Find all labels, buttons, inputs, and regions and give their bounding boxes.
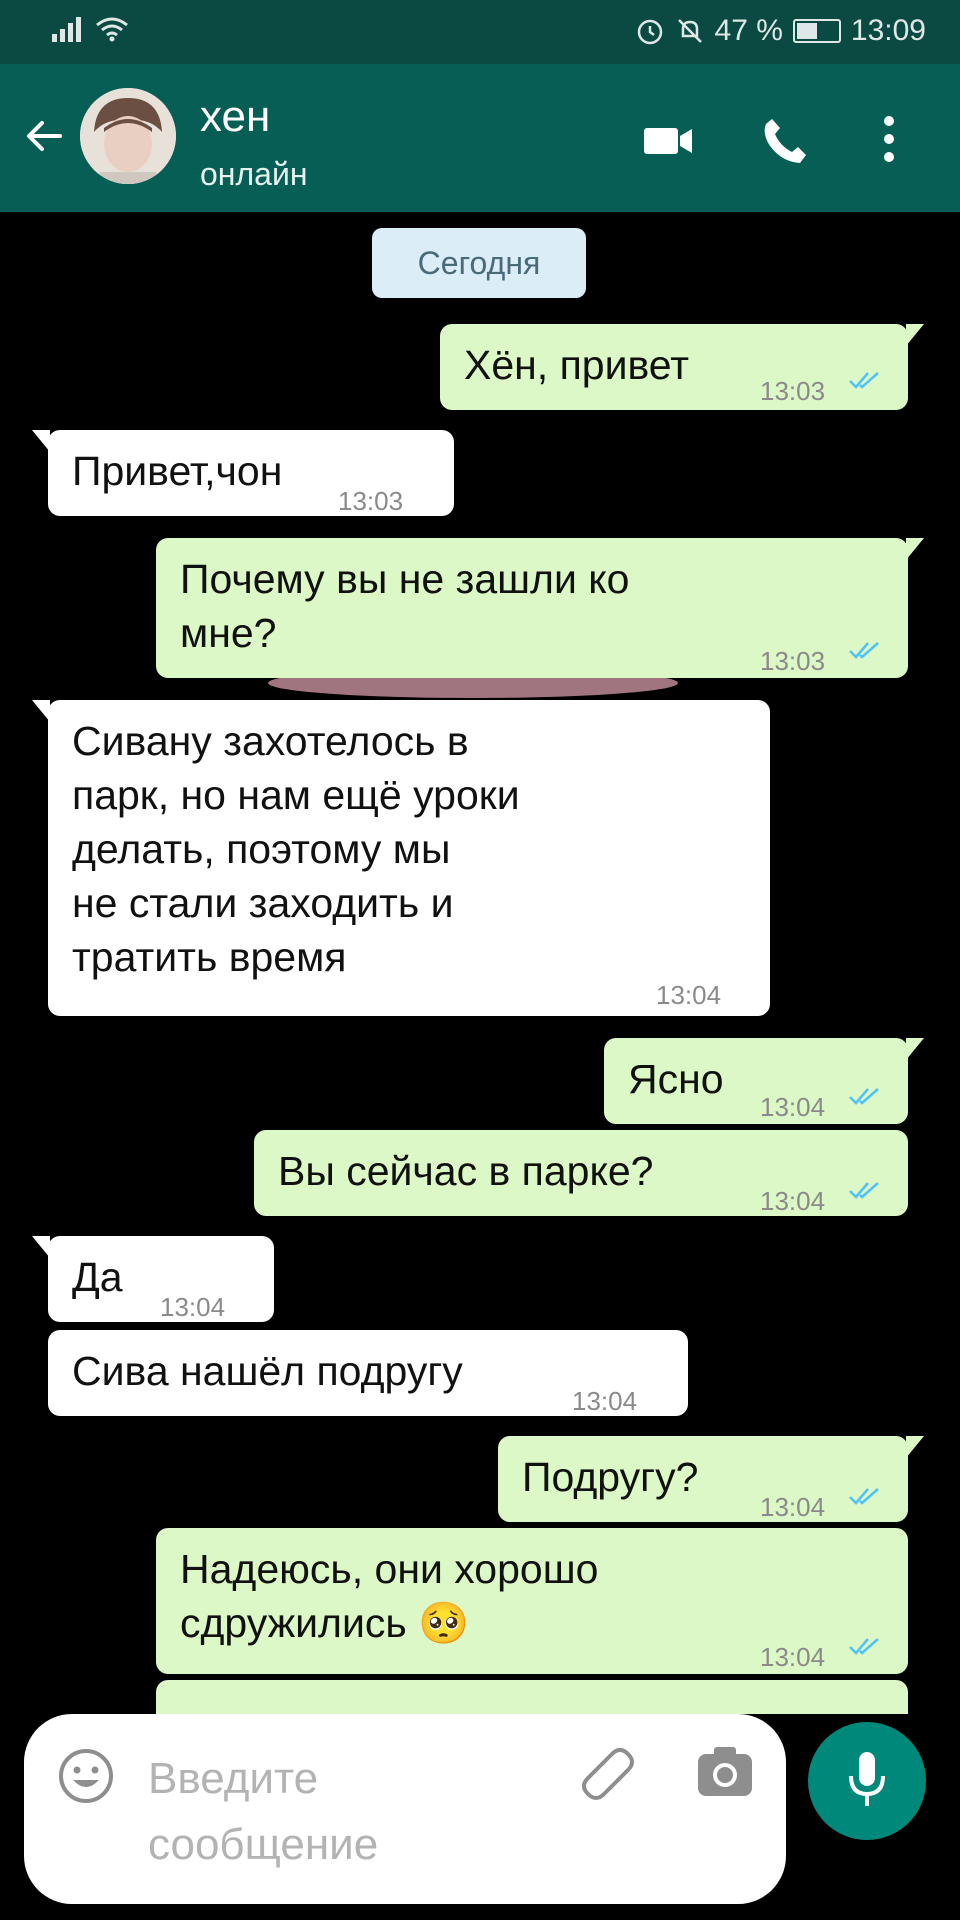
message-text: тратить время [72,934,347,980]
message-outgoing[interactable]: Вы сейчас в парке? 13:04 [254,1130,908,1216]
message-outgoing[interactable]: Почему вы не зашли ко мне? 13:03 [156,538,924,678]
status-bar: 47 % 13:09 [0,0,960,64]
more-vert-icon[interactable] [882,114,896,164]
message-text: Вы сейчас в парке? [278,1148,654,1194]
message-text: парк, но нам ещё уроки [72,772,520,818]
contact-status: онлайн [200,156,308,192]
mic-icon [849,1752,885,1806]
message-text: не стали заходить и [72,880,454,926]
message-text: делать, поэтому мы [72,826,451,872]
message-time: 13:04 [760,1186,826,1216]
message-incoming[interactable]: Привет,чон 13:03 [32,430,454,516]
message-time: 13:03 [760,376,826,406]
avatar-image [80,88,176,184]
message-text: Сивану захотелось в [72,718,469,764]
message-time: 13:04 [760,1642,826,1672]
message-outgoing[interactable]: Надеюсь, они хорошо сдружились 🥺 13:04 [156,1528,908,1674]
message-time: 13:03 [338,486,404,516]
message-incoming[interactable]: Да 13:04 [32,1236,274,1322]
back-arrow-icon[interactable] [22,114,66,158]
signal-icon [52,16,81,42]
message-text: Подругу? [522,1454,699,1500]
bubble-tail [32,430,50,452]
emoji-icon[interactable] [58,1748,114,1804]
input-placeholder: Введите сообщение [148,1746,378,1878]
message-time: 13:04 [572,1386,638,1416]
emoji-pleading: 🥺 [418,1599,470,1647]
avatar[interactable] [80,88,176,184]
status-time: 13:09 [850,14,926,47]
status-left [52,16,129,42]
message-time: 13:03 [760,646,826,676]
read-receipt-icon [849,642,879,659]
message-outgoing[interactable]: Хён, привет 13:03 [440,324,924,410]
attach-icon[interactable] [576,1742,640,1806]
read-receipt-icon [849,372,879,389]
message-text: Ясно [628,1056,724,1102]
message-text: Привет,чон [72,448,283,494]
bubble-tail [32,700,50,722]
bubble-tail [906,1038,924,1060]
placeholder-line: сообщение [148,1820,379,1869]
date-separator: Сегодня [372,228,586,298]
read-receipt-icon [849,1488,879,1505]
message-outgoing[interactable]: Подругу? 13:04 [498,1436,924,1522]
mic-button[interactable] [808,1722,926,1840]
wifi-icon [96,17,128,42]
message-text: Хён, привет [464,342,690,388]
bubble-tail [32,1236,50,1258]
video-call-icon[interactable] [644,124,694,158]
message-text: сдружились 🥺 [180,1596,469,1650]
message-text: Надеюсь, они хорошо [180,1546,599,1592]
bubble-tail [906,324,924,346]
message-incoming[interactable]: Сива нашёл подругу 13:04 [48,1330,688,1416]
message-incoming[interactable]: Сивану захотелось в парк, но нам ещё уро… [32,700,770,1016]
status-right: 47 % 13:09 [635,14,926,48]
phone-icon[interactable] [762,116,808,166]
camera-icon[interactable] [696,1744,754,1800]
message-time: 13:04 [760,1492,826,1522]
contact-name[interactable]: хен [200,92,270,142]
chat-header: хен онлайн [0,64,960,212]
placeholder-line: Введите [148,1754,319,1803]
message-time: 13:04 [760,1092,826,1122]
read-receipt-icon [849,1182,879,1199]
message-text: Да [72,1254,123,1300]
message-time: 13:04 [656,980,722,1010]
bubble-tail [906,538,924,560]
message-input[interactable]: Введите сообщение [24,1714,786,1904]
bubble-tail [906,1436,924,1458]
message-outgoing-partial[interactable] [156,1680,908,1714]
message-text: мне? [180,610,277,656]
battery-icon [792,19,841,43]
alarm-icon [637,19,662,45]
message-text: Почему вы не зашли ко [180,556,630,602]
read-receipt-icon [849,1638,879,1655]
message-time: 13:04 [160,1292,226,1322]
message-outgoing[interactable]: Ясно 13:04 [604,1038,924,1124]
mute-icon [677,19,702,43]
read-receipt-icon [849,1088,879,1105]
battery-percent: 47 % [714,14,783,47]
message-text-part: сдружились [180,1600,407,1646]
message-text: Сива нашёл подругу [72,1348,463,1394]
